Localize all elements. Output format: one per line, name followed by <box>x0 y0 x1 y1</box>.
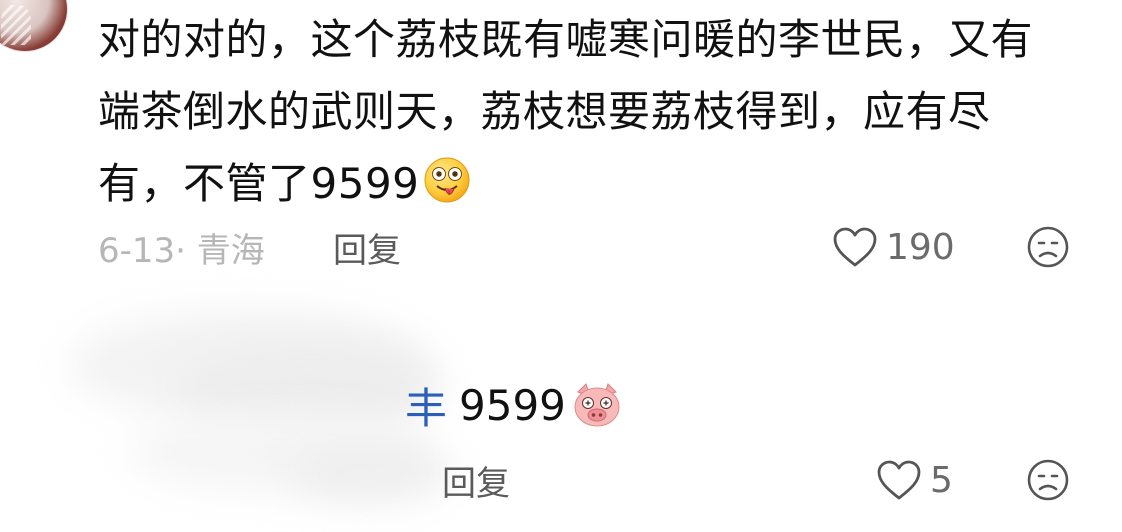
dislike-button[interactable] <box>1026 225 1070 269</box>
reply-comment-text: 9599 <box>459 380 566 430</box>
comment-body: 对的对的，这个荔枝既有嘘寒问暖的李世民，又有 端茶倒水的武则天，荔枝想要荔枝得到… <box>98 4 1088 220</box>
reply-row: 回复 <box>333 222 401 272</box>
like-count: 190 <box>886 226 955 268</box>
sad-face-icon <box>1027 459 1069 501</box>
reply-button[interactable]: 回复 <box>333 223 401 272</box>
comment-line-3: 有，不管了9599 <box>98 148 1088 220</box>
user-avatar[interactable] <box>0 0 68 52</box>
comment-line-1: 对的对的，这个荔枝既有嘘寒问暖的李世民，又有 <box>98 15 1034 64</box>
reply-comment-body: 丰 9599 <box>405 374 622 436</box>
like-count-2: 5 <box>930 459 953 501</box>
reply-row-2: 回复 <box>442 455 510 505</box>
heart-outline-icon <box>833 227 877 267</box>
reply-button-2[interactable]: 回复 <box>442 456 510 505</box>
pig-face-emoji <box>572 382 622 428</box>
like-button-2[interactable]: 5 <box>876 455 953 505</box>
comment-thread: 对的对的，这个荔枝既有嘘寒问暖的李世民，又有 端茶倒水的武则天，荔枝想要荔枝得到… <box>0 0 1122 532</box>
sad-face-icon <box>1027 226 1069 268</box>
comment-line-2: 端茶倒水的武则天，荔枝想要荔枝得到，应有尽 <box>98 87 991 136</box>
heart-outline-icon <box>877 460 921 500</box>
like-button[interactable]: 190 <box>832 222 955 272</box>
dislike-button-2[interactable] <box>1026 458 1070 502</box>
reply-prefix: 丰 <box>405 383 448 433</box>
comment-line-3-text: 有，不管了9599 <box>98 159 420 208</box>
comment-meta: 6-13· 青海 <box>98 222 265 272</box>
comment-date-location: 6-13· 青海 <box>98 230 265 271</box>
money-eyes-tongue-emoji <box>423 156 471 204</box>
